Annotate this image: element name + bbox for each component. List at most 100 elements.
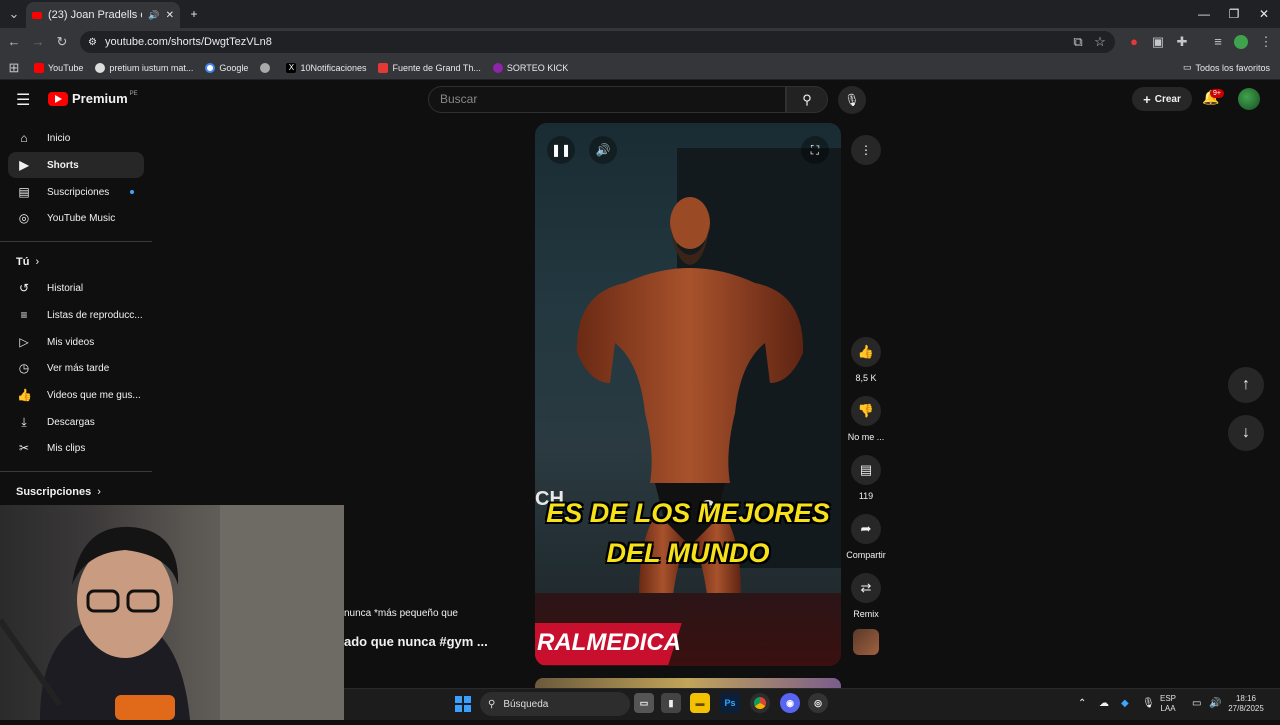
site-info-icon[interactable]: ⚙: [88, 37, 97, 48]
you-section-heading[interactable]: Tú ›: [16, 256, 39, 268]
chevron-right-icon: ›: [97, 486, 101, 498]
my-videos-icon: ▷: [19, 335, 29, 349]
subscriptions-icon: ▤: [18, 185, 30, 199]
tray-chevron-up-icon[interactable]: ⌃: [1078, 698, 1086, 709]
taskbar-search[interactable]: ⚲ Búsqueda: [480, 692, 630, 716]
sidebar-item-mis-videos[interactable]: ▷ Mis videos: [8, 329, 144, 355]
profile-avatar[interactable]: [1234, 35, 1248, 49]
bookmark-google[interactable]: Google: [205, 62, 248, 73]
bookmark-youtube[interactable]: YouTube: [34, 62, 83, 73]
install-icon[interactable]: ⧉: [1070, 34, 1086, 50]
youtube-favicon-icon: [32, 11, 42, 19]
bookmark-globe[interactable]: [260, 62, 274, 73]
tray-mic-icon[interactable]: 🎙: [1142, 698, 1155, 709]
create-button[interactable]: + Crear: [1132, 87, 1192, 111]
browser-tab[interactable]: (23) Joan Pradells es más cr 🔊 ✕: [26, 2, 180, 28]
address-bar[interactable]: ⚙ youtube.com/shorts/DwgtTezVLn8: [80, 31, 1115, 53]
share-button[interactable]: ➦ Compartir: [845, 514, 887, 560]
hamburger-menu-icon[interactable]: ☰: [16, 90, 30, 110]
restore-icon[interactable]: ❐: [1226, 6, 1242, 22]
extension-icon[interactable]: ●: [1126, 34, 1142, 50]
notification-badge: 9+: [1210, 89, 1224, 98]
short-description: nunca *más pequeño que: [344, 608, 458, 619]
onedrive-icon[interactable]: ☁: [1099, 698, 1109, 709]
fullscreen-button[interactable]: ⛶: [801, 136, 829, 164]
previous-short-button[interactable]: ↑: [1228, 367, 1264, 403]
sidebar-item-ver-mas-tarde[interactable]: ◷ Ver más tarde: [8, 355, 144, 381]
youtube-premium-logo[interactable]: Premium PE: [48, 91, 138, 106]
all-bookmarks[interactable]: ▭ Todos los favoritos: [1183, 62, 1270, 73]
reload-icon[interactable]: ↻: [54, 34, 70, 50]
bookmark-fuente[interactable]: Fuente de Grand Th...: [378, 62, 481, 73]
sidebar-item-youtube-music[interactable]: ◎ YouTube Music: [8, 205, 144, 231]
reading-list-icon[interactable]: ≡: [1210, 34, 1226, 50]
tab-search-icon[interactable]: ⌄: [6, 6, 22, 22]
sidebar-item-inicio[interactable]: ⌂ Inicio: [8, 125, 144, 151]
google-icon: [205, 62, 216, 73]
bookmark-sorteo[interactable]: SORTEO KICK: [492, 62, 568, 73]
plus-icon: +: [1143, 91, 1151, 107]
more-options-button[interactable]: ⋮: [851, 135, 881, 165]
task-view-icon[interactable]: ▭: [634, 693, 654, 713]
file-explorer-icon[interactable]: ▬: [690, 693, 710, 713]
bookmark-pretium[interactable]: pretium iustum mat...: [95, 62, 193, 73]
search-input[interactable]: Buscar: [428, 86, 786, 113]
sponsor-text: RALMEDICA: [537, 629, 681, 656]
voice-search-button[interactable]: 🎙: [838, 86, 866, 114]
photoshop-icon[interactable]: Ps: [720, 693, 740, 713]
thumbs-up-icon: 👍: [851, 337, 881, 367]
sound-thumbnail[interactable]: [853, 629, 879, 655]
remix-button[interactable]: ⇄ Remix: [845, 573, 887, 619]
close-tab-icon[interactable]: ✕: [166, 10, 174, 21]
like-button[interactable]: 👍 8,5 K: [845, 337, 887, 383]
next-short-preview[interactable]: [535, 678, 841, 688]
clock[interactable]: 18:16 27/8/2025: [1224, 694, 1268, 714]
sidebar-item-descargas[interactable]: ⤓ Descargas: [8, 409, 144, 435]
sidebar-item-mis-clips[interactable]: ✂ Mis clips: [8, 435, 144, 461]
subscriptions-section-heading[interactable]: Suscripciones ›: [16, 486, 101, 498]
forward-icon[interactable]: →: [30, 34, 46, 50]
sidebar-item-videos-me-gustan[interactable]: 👍 Videos que me gus...: [8, 382, 144, 408]
f-icon: [378, 62, 389, 73]
video-caption-line1: ES DE LOS MEJORES: [546, 498, 830, 528]
chrome-icon[interactable]: [750, 693, 770, 713]
extension-icon-2[interactable]: ▣: [1150, 34, 1166, 50]
arrow-up-icon: ↑: [1242, 376, 1250, 393]
speaker-icon[interactable]: 🔊: [148, 10, 159, 21]
volume-tray-icon[interactable]: 🔊: [1209, 698, 1221, 709]
next-short-button[interactable]: ↓: [1228, 415, 1264, 451]
comments-button[interactable]: ▤ 119: [845, 455, 887, 501]
bookmark-star-icon[interactable]: ☆: [1092, 34, 1108, 50]
start-button[interactable]: [455, 696, 471, 712]
obs-icon[interactable]: ◎: [808, 693, 828, 713]
dislike-button[interactable]: 👎 No me ...: [845, 396, 887, 442]
extensions-puzzle-icon[interactable]: ✚: [1174, 34, 1190, 50]
back-icon[interactable]: ←: [6, 34, 22, 50]
sidebar-item-shorts[interactable]: ▶ Shorts: [8, 152, 144, 178]
menu-kebab-icon[interactable]: ⋮: [1258, 34, 1274, 50]
minimize-icon[interactable]: —: [1196, 6, 1212, 22]
tray-app-icon[interactable]: ◆: [1121, 698, 1129, 709]
account-avatar[interactable]: [1238, 88, 1260, 110]
discord-icon[interactable]: ◉: [780, 693, 800, 713]
sidebar-divider: [0, 471, 152, 472]
sidebar-item-listas[interactable]: ≡ Listas de reproducc...: [8, 302, 144, 328]
short-title[interactable]: ado que nunca #gym ...: [344, 634, 488, 649]
network-icon[interactable]: ▭: [1192, 698, 1201, 709]
search-button[interactable]: ⚲: [786, 86, 828, 113]
new-tab-button[interactable]: +: [186, 6, 202, 22]
language-indicator[interactable]: ESP LAA: [1160, 694, 1176, 714]
history-icon: ↺: [18, 281, 30, 295]
chevron-right-icon: ›: [35, 256, 40, 268]
apps-grid-icon[interactable]: ⊞: [6, 60, 22, 76]
close-window-icon[interactable]: ✕: [1256, 6, 1272, 22]
sidebar-item-suscripciones[interactable]: ▤ Suscripciones: [8, 179, 144, 205]
youtube-play-icon: [48, 91, 68, 106]
app-icon[interactable]: ▮: [661, 693, 681, 713]
bookmark-x[interactable]: X 10Notificaciones: [286, 62, 366, 73]
pause-button[interactable]: ❚❚: [547, 136, 575, 164]
volume-button[interactable]: 🔊: [589, 136, 617, 164]
shorts-video-player[interactable]: CH 46 RALMEDICA ES DE LOS MEJORES DEL MU…: [535, 123, 841, 666]
streamer-figure: [0, 505, 344, 720]
sidebar-item-historial[interactable]: ↺ Historial: [8, 275, 144, 301]
